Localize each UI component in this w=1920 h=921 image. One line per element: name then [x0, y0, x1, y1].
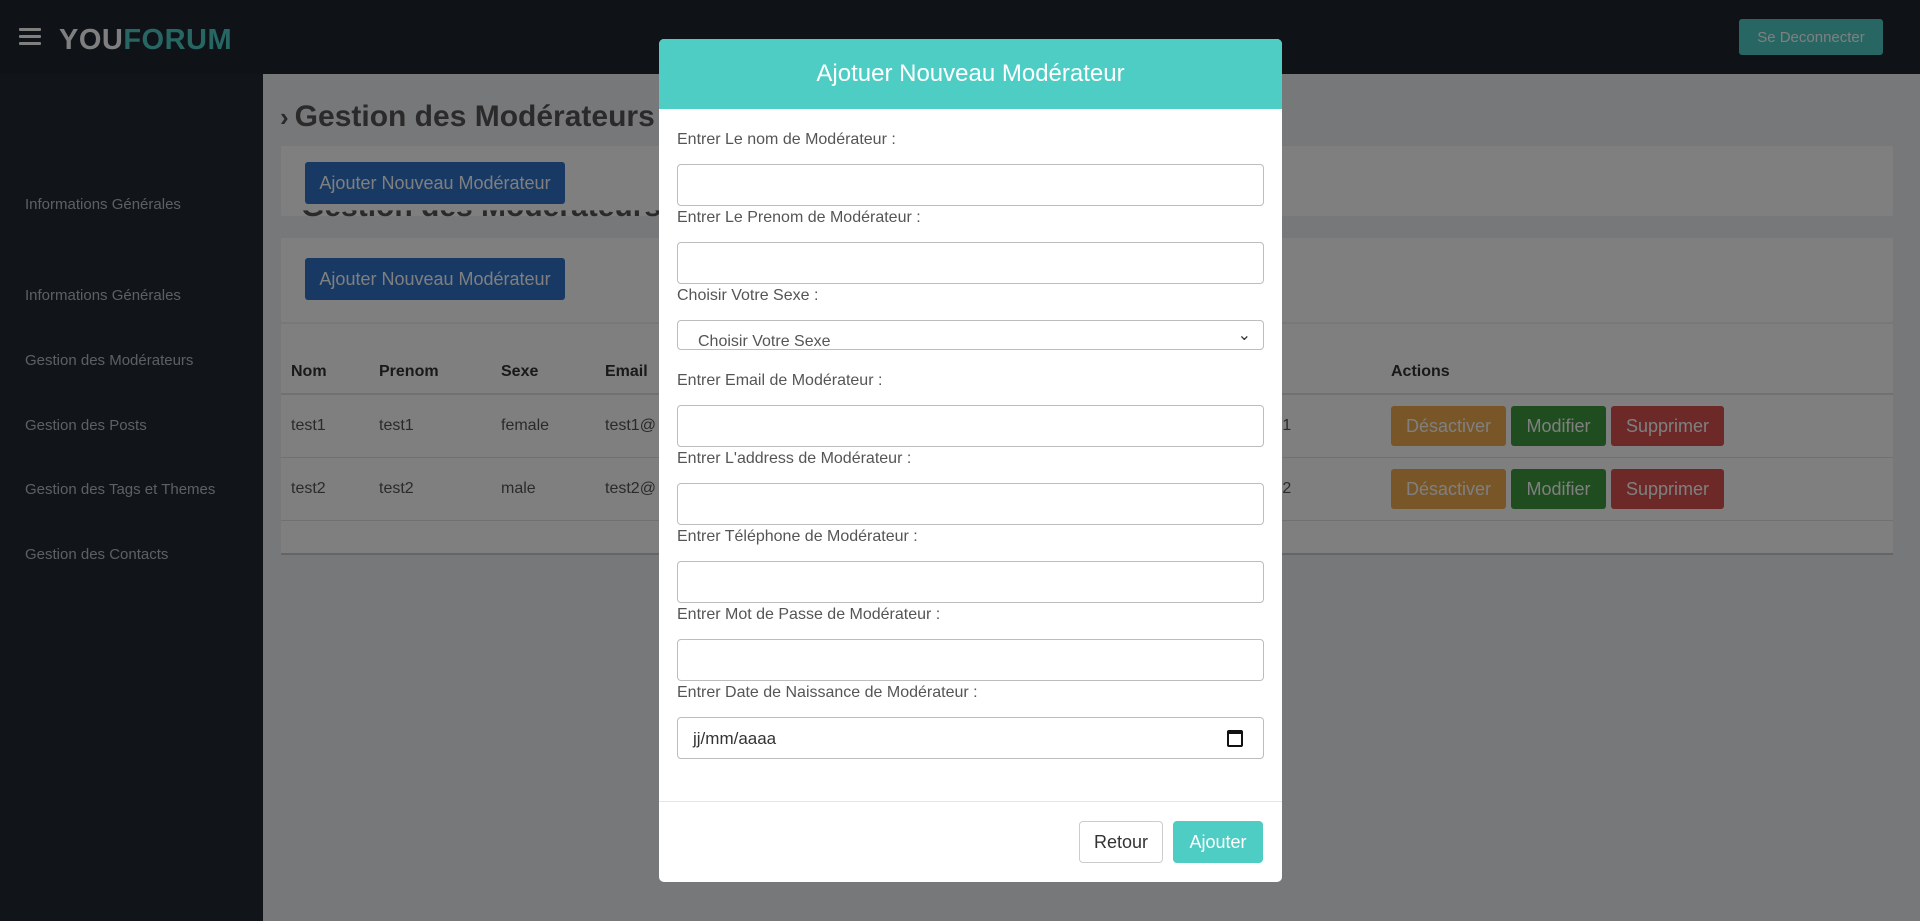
address-input[interactable] — [677, 483, 1264, 525]
modal-title: Ajotuer Nouveau Modérateur — [816, 60, 1125, 87]
modal-header: Ajotuer Nouveau Modérateur — [659, 39, 1282, 109]
birthdate-placeholder: jj/mm/aaaa — [693, 729, 777, 748]
password-label: Entrer Mot de Passe de Modérateur : — [677, 606, 941, 623]
nom-label: Entrer Le nom de Modérateur : — [677, 131, 896, 148]
modal-footer-divider — [659, 801, 1282, 802]
calendar-icon[interactable] — [1227, 730, 1243, 747]
phone-input[interactable] — [677, 561, 1264, 603]
sexe-select-value: Choisir Votre Sexe — [698, 333, 831, 350]
email-label: Entrer Email de Modérateur : — [677, 372, 883, 389]
retour-button[interactable]: Retour — [1079, 821, 1163, 863]
prenom-label: Entrer Le Prenom de Modérateur : — [677, 209, 921, 226]
sexe-select[interactable]: Choisir Votre Sexe ⌄ — [677, 320, 1264, 350]
address-label: Entrer L'address de Modérateur : — [677, 450, 912, 467]
ajouter-button[interactable]: Ajouter — [1173, 821, 1263, 863]
password-input[interactable] — [677, 639, 1264, 681]
sexe-label: Choisir Votre Sexe : — [677, 287, 819, 304]
nom-input[interactable] — [677, 164, 1264, 206]
phone-label: Entrer Téléphone de Modérateur : — [677, 528, 918, 545]
email-input[interactable] — [677, 405, 1264, 447]
add-moderator-modal: Ajotuer Nouveau Modérateur Entrer Le nom… — [659, 39, 1282, 882]
birthdate-label: Entrer Date de Naissance de Modérateur : — [677, 684, 978, 701]
prenom-input[interactable] — [677, 242, 1264, 284]
birthdate-input[interactable]: jj/mm/aaaa — [677, 717, 1264, 759]
chevron-down-icon: ⌄ — [1237, 327, 1251, 344]
